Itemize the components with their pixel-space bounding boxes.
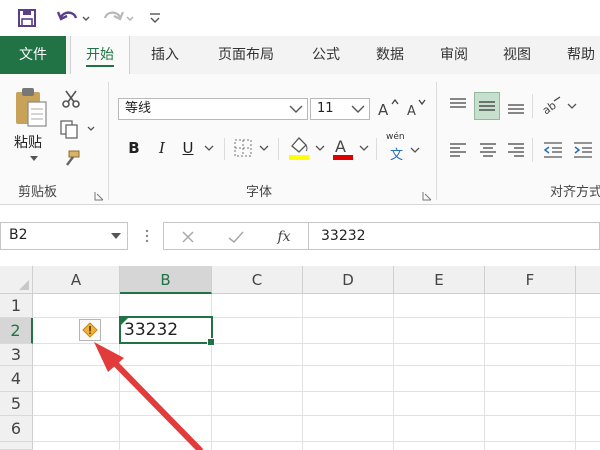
font-name-combo[interactable]: 等线 (118, 98, 308, 120)
italic-button[interactable]: I (152, 136, 172, 160)
increase-indent-icon[interactable] (570, 138, 596, 162)
alignment-group-label: 对齐方式 (550, 185, 600, 200)
phonetic-guide-button[interactable]: wén 文 (384, 132, 424, 164)
enter-icon[interactable] (226, 227, 246, 247)
paste-dropdown-icon[interactable] (28, 154, 40, 164)
name-box-value: B2 (9, 227, 28, 243)
svg-text:A: A (378, 101, 389, 119)
orientation-icon[interactable]: ab (540, 94, 580, 118)
bold-button[interactable]: B (124, 136, 144, 160)
decrease-font-size-icon[interactable]: A (404, 96, 428, 120)
redo-icon[interactable] (100, 6, 134, 30)
align-center-icon[interactable] (476, 138, 500, 162)
format-painter-icon[interactable] (60, 148, 82, 170)
align-bottom-icon[interactable] (504, 94, 528, 118)
group-separator (108, 82, 109, 200)
formula-buttons: fx (163, 222, 309, 250)
tab-home[interactable]: 开始 (70, 36, 130, 75)
quick-access-toolbar (0, 0, 600, 36)
annotation-arrow (94, 342, 203, 450)
tab-file[interactable]: 文件 (0, 36, 66, 74)
undo-icon[interactable] (56, 6, 90, 30)
copy-icon[interactable] (58, 118, 98, 140)
paste-label[interactable]: 粘贴 (14, 132, 42, 152)
font-separator (376, 138, 377, 160)
underline-dropdown-icon[interactable] (200, 140, 218, 156)
font-size-combo[interactable]: 11 (310, 98, 370, 120)
borders-icon[interactable] (232, 136, 272, 160)
cut-icon[interactable] (60, 88, 82, 110)
formula-bar-grip-icon[interactable] (144, 228, 150, 244)
font-color-icon[interactable]: A (330, 134, 372, 162)
phonetic-top-text: wén (386, 132, 405, 142)
increase-font-size-icon[interactable]: A (376, 96, 400, 120)
underline-button[interactable]: U (178, 136, 198, 160)
customize-qat-icon[interactable] (146, 6, 164, 30)
tab-view[interactable]: 视图 (490, 36, 544, 74)
fill-color-icon[interactable] (286, 134, 328, 162)
font-launcher-icon[interactable] (422, 186, 432, 201)
align-left-icon[interactable] (446, 138, 470, 162)
font-size-value: 11 (317, 101, 334, 116)
svg-text:A: A (407, 104, 416, 119)
clipboard-launcher-icon[interactable] (94, 186, 104, 201)
alignment-separator (532, 94, 533, 118)
font-separator (224, 138, 225, 160)
tab-insert[interactable]: 插入 (138, 36, 192, 74)
cancel-icon[interactable] (178, 227, 198, 247)
worksheet-grid: A B C D E F 1 2 3 4 5 6 33232 (0, 266, 600, 450)
align-right-icon[interactable] (504, 138, 528, 162)
ribbon-home: 粘贴 剪贴板 等线 11 A A B I U A wén 文 字体 ab 对齐方… (0, 74, 600, 205)
tab-page-layout[interactable]: 页面布局 (205, 36, 287, 74)
save-icon[interactable] (14, 6, 40, 30)
formula-bar: B2 fx 33232 (0, 214, 600, 258)
formula-input[interactable]: 33232 (308, 222, 600, 250)
ribbon-tabs: 文件 开始 插入 页面布局 公式 数据 审阅 视图 帮助 (0, 36, 600, 75)
font-separator (278, 138, 279, 160)
tab-help[interactable]: 帮助 (554, 36, 600, 74)
insert-function-button[interactable]: fx (272, 226, 296, 248)
phonetic-bottom-text: 文 (390, 148, 404, 163)
tab-home-label: 开始 (86, 47, 114, 67)
tab-data[interactable]: 数据 (363, 36, 417, 74)
align-middle-icon[interactable] (474, 92, 500, 120)
font-name-value: 等线 (125, 101, 152, 116)
group-separator (436, 82, 437, 200)
fill-color-swatch (289, 155, 309, 160)
font-group-label: 字体 (246, 185, 273, 200)
svg-text:ab: ab (540, 99, 559, 117)
clipboard-group-label: 剪贴板 (18, 185, 58, 200)
name-box[interactable]: B2 (0, 222, 128, 250)
tab-formulas[interactable]: 公式 (299, 36, 353, 74)
tab-review[interactable]: 审阅 (427, 36, 481, 74)
paste-icon[interactable] (12, 86, 50, 128)
svg-text:A: A (335, 137, 346, 156)
decrease-indent-icon[interactable] (540, 138, 566, 162)
align-top-icon[interactable] (446, 94, 470, 118)
alignment-separator (532, 138, 533, 162)
